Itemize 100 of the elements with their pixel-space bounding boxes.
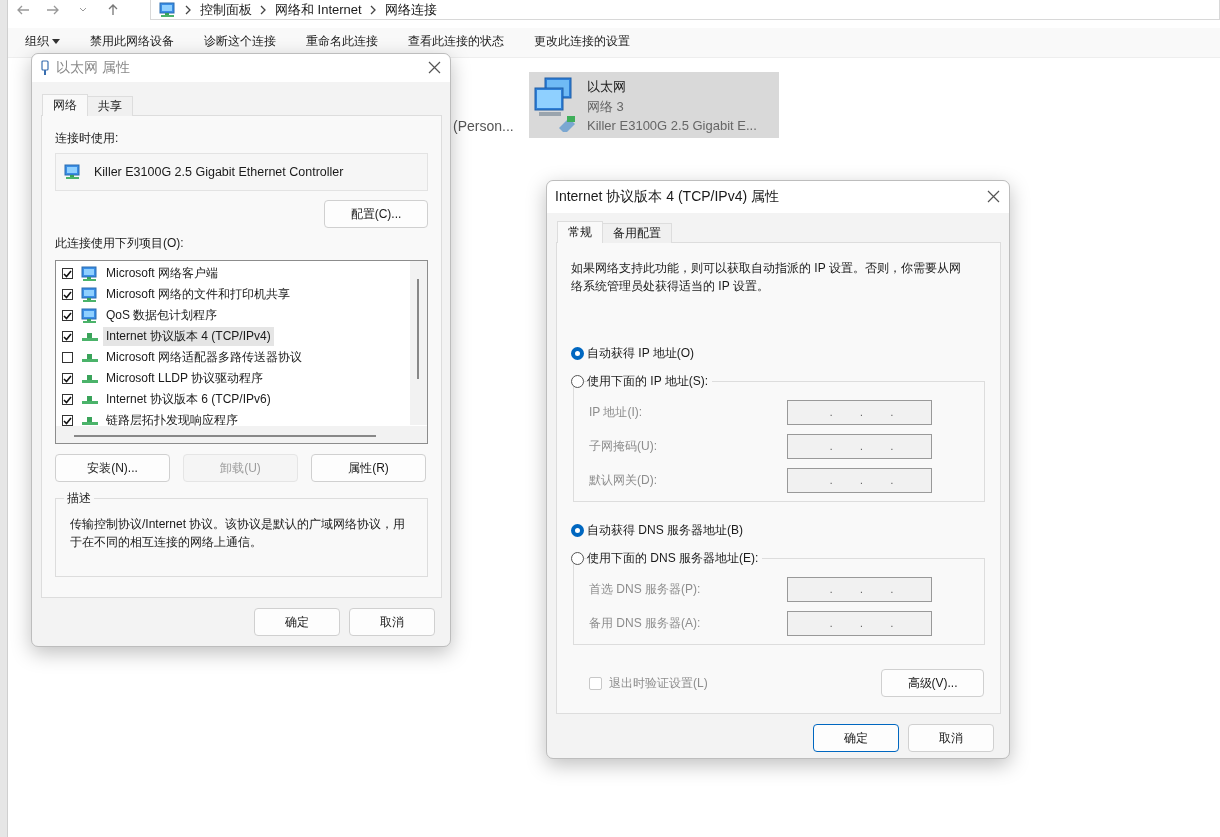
field-label: 默认网关(D): <box>589 472 657 489</box>
ip-separator: . <box>890 407 894 418</box>
section-label: 连接时使用: <box>55 130 120 147</box>
checkbox[interactable] <box>62 415 73 426</box>
ip-separator: . <box>890 618 894 629</box>
control-panel-icon <box>159 1 177 18</box>
radio-label[interactable]: 使用下面的 DNS 服务器地址(E): <box>587 549 763 567</box>
network-protocol-icon <box>81 415 99 426</box>
toolbar-command[interactable]: 重命名此连接 <box>306 33 378 50</box>
field-label: IP 地址(I): <box>589 404 643 421</box>
radio-button[interactable] <box>571 374 584 388</box>
caret-icon <box>52 39 60 44</box>
item-action-button[interactable]: 属性(R) <box>311 454 426 482</box>
checkbox[interactable] <box>62 310 73 321</box>
toolbar-command[interactable]: 诊断这个连接 <box>204 33 276 50</box>
tab[interactable]: 共享 <box>87 96 133 116</box>
dialog-button[interactable]: 取消 <box>349 608 435 636</box>
section-label: 此连接使用下列项目(O): <box>55 236 184 250</box>
ip-separator: . <box>829 618 833 629</box>
advanced-button[interactable]: 高级(V)... <box>881 669 984 697</box>
tab[interactable]: 备用配置 <box>602 223 672 243</box>
checkbox[interactable] <box>62 352 73 363</box>
item-action-button[interactable]: 安装(N)... <box>55 454 170 482</box>
ip-separator: . <box>829 475 833 486</box>
checkbox[interactable] <box>62 289 73 300</box>
checkbox[interactable] <box>62 394 73 405</box>
description-text: 传输控制协议/Internet 协议。该协议是默认的广域网络协议，用于在不同的相互连接的网络上通信。 <box>70 516 407 551</box>
window-title: Internet 协议版本 4 (TCP/IPv4) 属性 <box>555 188 781 206</box>
ip-separator: . <box>890 475 894 486</box>
ip-separator: . <box>829 407 833 418</box>
breadcrumb-item[interactable]: 网络和 Internet <box>275 0 362 19</box>
network-client-icon <box>81 265 99 282</box>
tab[interactable]: 常规 <box>557 221 603 243</box>
breadcrumb-item[interactable]: 控制面板 <box>200 0 252 19</box>
network-protocol-icon <box>81 352 99 363</box>
list-item[interactable]: Microsoft 网络适配器多路传送器协议 <box>103 348 305 367</box>
radio-button[interactable] <box>571 346 584 360</box>
network-adapter-icon <box>64 164 82 180</box>
toolbar-command[interactable]: 禁用此网络设备 <box>90 33 174 50</box>
radio-button[interactable] <box>571 551 584 565</box>
radio-button[interactable] <box>571 523 584 537</box>
window-title: 以太网 属性 <box>56 59 131 77</box>
breadcrumb-item[interactable]: 网络连接 <box>384 0 437 19</box>
dropdown-icon[interactable] <box>79 7 87 13</box>
toolbar-command[interactable]: 更改此连接的设置 <box>534 33 630 50</box>
network-protocol-icon <box>81 373 99 384</box>
items-list[interactable]: Microsoft 网络客户端 Microsoft 网络的文件和打印机共享 QoS 数据包计划程序 Internet 协议版本 4 (TCP/IPv4) Microsoft 网络适配器多路传送器协议 Microsoft LLDP 协议驱动程序 Internet 协议版本 6 (TCP/IPv6) 链路层拓扑发现响应程序 <box>55 260 428 444</box>
connection-item[interactable]: 以太网 网络 3 Killer E3100G 2.5 Gigabit E... <box>529 72 779 138</box>
ip-separator: . <box>890 441 894 452</box>
adapter-name: Killer E3100G 2.5 Gigabit Ethernet Controller <box>94 165 344 179</box>
address-bar[interactable]: 控制面板 网络和 Internet 网络连接 <box>150 0 1220 20</box>
checkbox[interactable] <box>62 268 73 279</box>
field-label: 子网掩码(U): <box>589 438 657 455</box>
vertical-scrollbar[interactable] <box>410 261 427 425</box>
adapter-name: Killer E3100G 2.5 Gigabit E... <box>587 118 757 133</box>
network-protocol-icon <box>81 394 99 405</box>
group-title: 描述 <box>66 490 92 507</box>
network-service-icon <box>81 286 99 303</box>
configure-button[interactable]: 配置(C)... <box>324 200 428 228</box>
list-item[interactable]: QoS 数据包计划程序 <box>103 306 221 325</box>
chevron-icon <box>369 4 377 15</box>
close-icon[interactable] <box>987 190 1000 203</box>
radio-label[interactable]: 使用下面的 IP 地址(S): <box>587 372 713 390</box>
chevron-icon <box>185 4 192 15</box>
chevron-icon <box>260 4 267 15</box>
dialog-button[interactable]: 取消 <box>908 724 994 752</box>
ip-separator: . <box>860 618 863 629</box>
intro-text: 如果网络支持此功能，则可以获取自动指派的 IP 设置。否则，你需要从网络系统管理员处获得适当的 IP 设置。 <box>571 260 962 295</box>
checkbox[interactable] <box>62 331 73 342</box>
list-item[interactable]: Microsoft 网络的文件和打印机共享 <box>103 285 293 304</box>
field-label: 首选 DNS 服务器(P): <box>589 581 701 598</box>
ip-separator: . <box>890 584 894 595</box>
list-item[interactable]: Microsoft 网络客户端 <box>103 264 221 283</box>
network-service-icon <box>81 307 99 324</box>
toolbar-command[interactable]: 查看此连接的状态 <box>408 33 504 50</box>
ip-separator: . <box>860 441 863 452</box>
up-icon[interactable] <box>107 4 119 16</box>
close-icon[interactable] <box>428 61 441 74</box>
ip-separator: . <box>829 441 833 452</box>
field-label: 备用 DNS 服务器(A): <box>589 615 701 632</box>
ip-separator: . <box>860 407 863 418</box>
ip-separator: . <box>860 475 863 486</box>
connection-name: (Person... <box>453 118 514 134</box>
back-icon[interactable] <box>16 5 30 15</box>
list-item[interactable]: Internet 协议版本 6 (TCP/IPv6) <box>103 390 274 409</box>
list-item[interactable]: 链路层拓扑发现响应程序 <box>103 411 241 430</box>
checkbox[interactable] <box>62 373 73 384</box>
ip-separator: . <box>860 584 863 595</box>
list-item[interactable]: Internet 协议版本 4 (TCP/IPv4) <box>103 327 274 346</box>
dialog-button[interactable]: 确定 <box>813 724 899 752</box>
tab[interactable]: 网络 <box>42 94 88 116</box>
toolbar-command[interactable]: 组织 <box>25 33 60 50</box>
connection-name: 以太网 <box>587 78 627 96</box>
ethernet-adapter-icon <box>40 60 50 76</box>
list-item[interactable]: Microsoft LLDP 协议驱动程序 <box>103 369 267 388</box>
forward-icon[interactable] <box>46 5 60 15</box>
network-name: 网络 3 <box>587 98 625 116</box>
ip-separator: . <box>829 584 833 595</box>
horizontal-scrollbar[interactable] <box>56 426 427 443</box>
dialog-button[interactable]: 确定 <box>254 608 340 636</box>
